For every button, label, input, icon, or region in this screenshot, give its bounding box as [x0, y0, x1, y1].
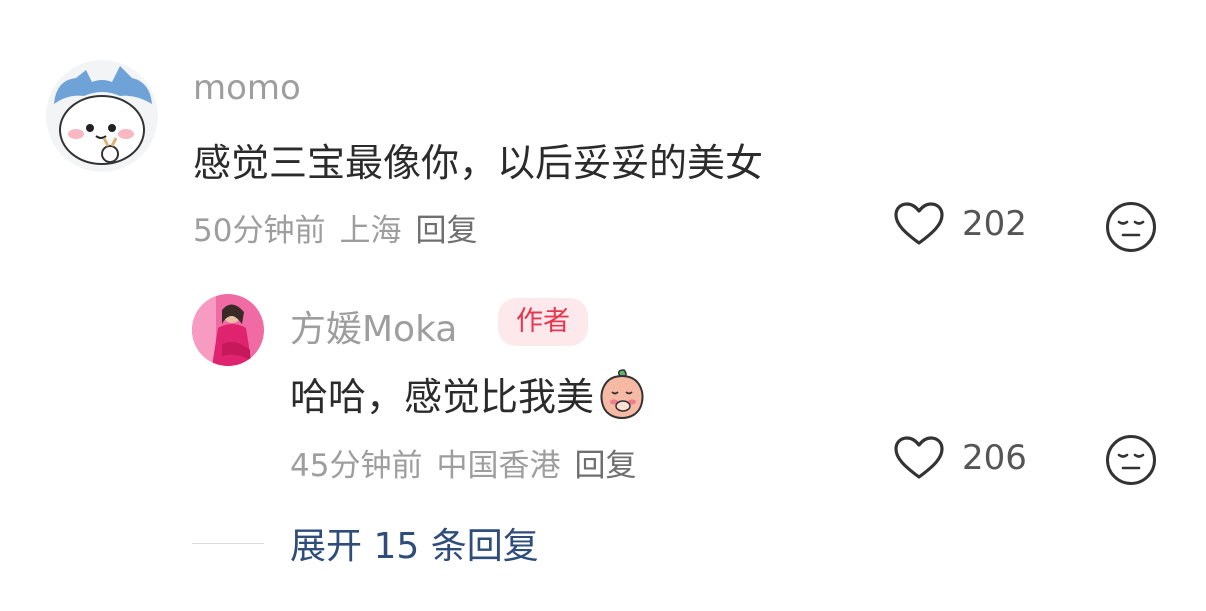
like-count: 202	[962, 204, 1027, 244]
like-button[interactable]: 202	[894, 202, 1027, 246]
comment-text: 感觉三宝最像你，以后妥妥的美女	[193, 141, 764, 185]
reply-button[interactable]: 回复	[574, 448, 636, 484]
comment-text-content: 哈哈，感觉比我美	[290, 375, 595, 419]
comment-meta: 50分钟前 上海 回复	[193, 205, 491, 250]
comment-text: 哈哈，感觉比我美	[290, 366, 646, 421]
avatar[interactable]	[192, 294, 264, 366]
location: 中国香港	[436, 448, 561, 484]
author-badge: 作者	[498, 298, 588, 346]
timestamp: 50分钟前	[193, 213, 326, 249]
location: 上海	[339, 213, 402, 249]
comment-meta: 45分钟前 中国香港 回复	[290, 440, 650, 485]
peach-face-emoji-icon	[600, 368, 644, 419]
reply-button[interactable]: 回复	[415, 213, 477, 249]
expand-replies-link[interactable]: 展开 15 条回复	[290, 517, 539, 569]
username[interactable]: 方媛Moka	[290, 300, 457, 352]
comment-thread: momo 感觉三宝最像你，以后妥妥的美女 50分钟前 上海 回复 202 方媛Mok…	[0, 0, 1206, 611]
timestamp: 45分钟前	[290, 448, 423, 484]
like-button[interactable]: 206	[894, 436, 1027, 480]
heart-icon	[894, 202, 944, 245]
dislike-face-icon[interactable]	[1105, 201, 1157, 253]
heart-icon	[894, 436, 944, 479]
username[interactable]: momo	[193, 68, 301, 108]
divider	[192, 543, 264, 544]
avatar[interactable]	[46, 60, 158, 172]
dislike-face-icon[interactable]	[1105, 434, 1157, 486]
like-count: 206	[962, 438, 1027, 478]
